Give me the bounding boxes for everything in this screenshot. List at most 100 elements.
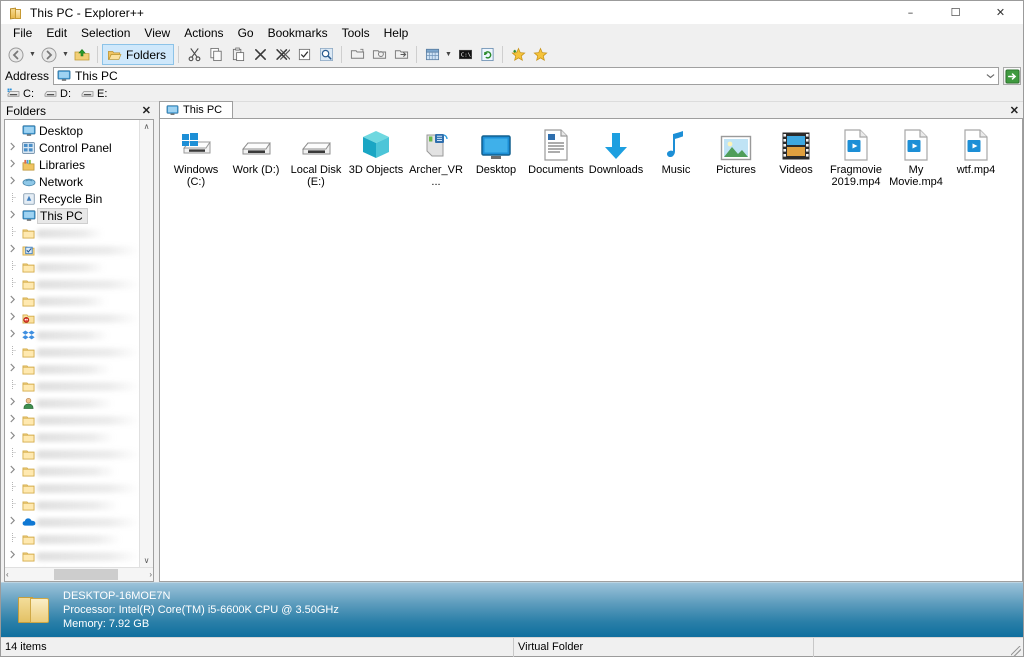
expand-chevron-icon[interactable] [5,363,20,374]
tree-node[interactable] [5,309,139,326]
file-item[interactable]: Videos [768,127,824,188]
expand-chevron-icon[interactable] [5,142,20,153]
address-dropdown-button[interactable] [986,68,995,84]
tree-node[interactable] [5,428,139,445]
scroll-right-icon[interactable]: › [149,570,152,579]
hscroll-thumb[interactable] [54,569,118,580]
tree-node[interactable] [5,547,139,564]
up-button[interactable] [71,44,93,65]
expand-chevron-icon[interactable] [5,159,20,170]
expand-chevron-icon[interactable] [5,465,20,476]
file-item[interactable]: Pictures [708,127,764,188]
refresh-button[interactable] [476,44,498,65]
paste-button[interactable] [227,44,249,65]
expand-chevron-icon[interactable] [5,397,20,408]
tree-node[interactable] [5,564,139,567]
forward-button[interactable] [38,44,60,65]
forward-dropdown[interactable]: ▼ [60,44,71,65]
file-item[interactable]: Desktop [468,127,524,188]
address-input[interactable]: This PC [53,67,999,85]
tree-vertical-scrollbar[interactable]: ∧ ∨ [139,120,153,567]
expand-chevron-icon[interactable] [5,414,20,425]
file-item[interactable]: Windows (C:) [168,127,224,188]
tree-node[interactable]: Libraries [5,156,139,173]
cut-button[interactable] [183,44,205,65]
search-button[interactable] [315,44,337,65]
tab-close-button[interactable]: ✕ [1010,104,1019,117]
menu-bookmarks[interactable]: Bookmarks [261,24,335,43]
tree-node[interactable] [5,496,139,513]
folders-toggle-button[interactable]: Folders [102,44,175,65]
expand-chevron-icon[interactable] [5,550,20,561]
tree-node[interactable]: Control Panel [5,139,139,156]
tree-node[interactable] [5,479,139,496]
command-prompt-button[interactable]: C:\ [454,44,476,65]
menu-tools[interactable]: Tools [335,24,377,43]
go-button[interactable] [1003,67,1021,85]
file-item[interactable]: Work (D:) [228,127,284,188]
tree-node[interactable]: Desktop [5,122,139,139]
back-dropdown[interactable]: ▼ [27,44,38,65]
expand-chevron-icon[interactable] [5,329,20,340]
tree-horizontal-scrollbar[interactable]: ‹ › [5,567,153,581]
menu-edit[interactable]: Edit [39,24,74,43]
tree-node[interactable]: Recycle Bin [5,190,139,207]
delete-button[interactable] [249,44,271,65]
scroll-down-icon[interactable]: ∨ [144,556,150,565]
file-item[interactable]: Music [648,127,704,188]
resize-grip-icon[interactable] [1011,645,1021,656]
new-folder-button[interactable] [346,44,368,65]
expand-chevron-icon[interactable] [5,516,20,527]
file-item[interactable]: Downloads [588,127,644,188]
tree-node[interactable] [5,394,139,411]
views-dropdown[interactable]: ▼ [443,44,454,65]
drive-d[interactable]: D: [42,86,77,101]
tree-node[interactable] [5,326,139,343]
back-button[interactable] [5,44,27,65]
tree-node[interactable] [5,258,139,275]
tree-node[interactable] [5,377,139,394]
menu-actions[interactable]: Actions [177,24,230,43]
file-item[interactable]: wtf.mp4 [948,127,1004,188]
minimize-button[interactable]: – [888,1,933,24]
tree-node[interactable]: Network [5,173,139,190]
tree-node[interactable] [5,411,139,428]
tree-node[interactable] [5,241,139,258]
expand-chevron-icon[interactable] [5,210,20,221]
file-item[interactable]: 3D Objects [348,127,404,188]
add-bookmark-button[interactable] [507,44,529,65]
file-item[interactable]: Archer_VR... [408,127,464,188]
tree-node[interactable] [5,275,139,292]
properties-button[interactable] [293,44,315,65]
tree-node[interactable] [5,530,139,547]
tree-node[interactable] [5,292,139,309]
tab-this-pc[interactable]: This PC [159,101,234,118]
tree-node[interactable] [5,343,139,360]
expand-chevron-icon[interactable] [5,244,20,255]
menu-go[interactable]: Go [231,24,261,43]
move-to-folder-button[interactable] [390,44,412,65]
tree-node[interactable]: This PC [5,207,139,224]
copy-to-folder-button[interactable] [368,44,390,65]
scroll-up-icon[interactable]: ∧ [144,122,150,131]
expand-chevron-icon[interactable] [5,295,20,306]
file-item[interactable]: Fragmovie 2019.mp4 [828,127,884,188]
delete-permanent-button[interactable] [271,44,293,65]
folders-panel-close-button[interactable]: ✕ [142,104,151,117]
drive-c[interactable]: C: [5,86,40,101]
copy-button[interactable] [205,44,227,65]
tree-node[interactable] [5,513,139,530]
manage-bookmarks-button[interactable] [529,44,551,65]
close-button[interactable]: ✕ [978,1,1023,24]
tree-node[interactable] [5,360,139,377]
tree-node[interactable] [5,462,139,479]
maximize-button[interactable]: ☐ [933,1,978,24]
file-item[interactable]: My Movie.mp4 [888,127,944,188]
expand-chevron-icon[interactable] [5,312,20,323]
tree-node[interactable] [5,224,139,241]
files-list-view[interactable]: Windows (C:) Work (D:) Local Disk (E:) 3D O… [159,119,1023,582]
views-button[interactable] [421,44,443,65]
drive-e[interactable]: E: [79,86,113,101]
menu-file[interactable]: File [6,24,39,43]
file-item[interactable]: Documents [528,127,584,188]
